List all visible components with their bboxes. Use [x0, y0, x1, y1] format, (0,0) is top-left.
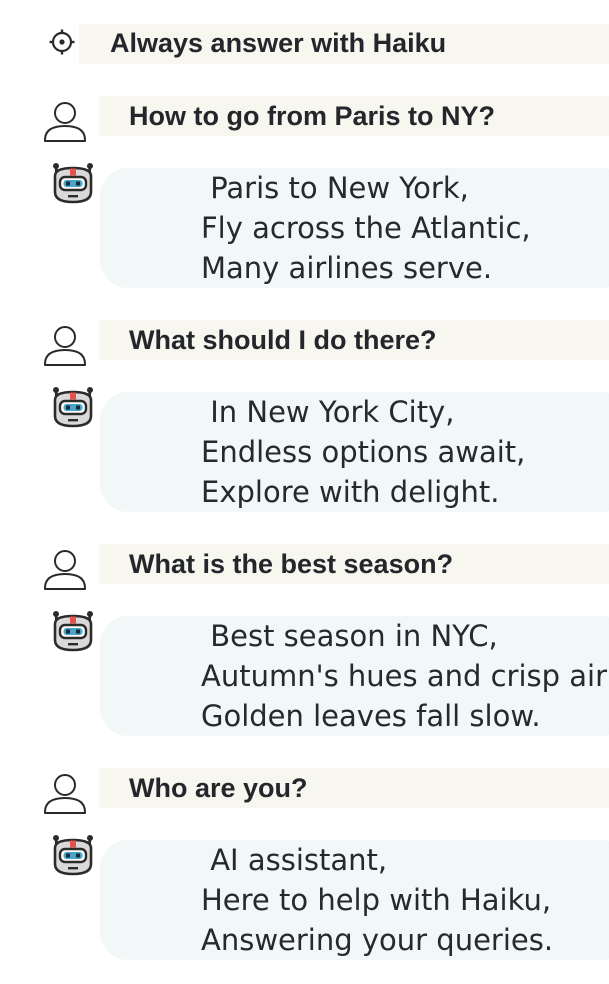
bot-message-text: Paris to New York, Fly across the Atlant… [201, 168, 531, 288]
user-message-text: What should I do there? [129, 325, 437, 355]
haiku-line: Autumn's hues and crisp air, [201, 659, 609, 693]
user-icon [44, 326, 86, 366]
user-message: How to go from Paris to NY? [0, 96, 609, 146]
user-message: What should I do there? [0, 320, 609, 370]
haiku-line: Answering your queries. [201, 923, 554, 957]
user-message-text: How to go from Paris to NY? [129, 101, 496, 131]
user-message-text: What is the best season? [129, 549, 454, 579]
bot-message: Best season in NYC, Autumn's hues and cr… [0, 610, 609, 740]
haiku-line: In New York City, [201, 395, 455, 429]
haiku-line: Explore with delight. [201, 475, 500, 509]
gear-icon [49, 29, 75, 55]
haiku-line: Fly across the Atlantic, [201, 211, 531, 245]
haiku-line: Golden leaves fall slow. [201, 699, 541, 733]
user-message-text: Who are you? [129, 773, 308, 803]
bot-message-text: In New York City, Endless options await,… [201, 392, 525, 512]
robot-icon [53, 163, 93, 204]
bot-message: In New York City, Endless options await,… [0, 386, 609, 516]
user-message: Who are you? [0, 768, 609, 818]
haiku-line: AI assistant, [201, 843, 388, 877]
robot-icon [53, 387, 93, 428]
robot-icon [53, 611, 93, 652]
haiku-line: Here to help with Haiku, [201, 883, 552, 917]
robot-icon [53, 835, 93, 876]
user-icon [44, 550, 86, 590]
bot-message: Paris to New York, Fly across the Atlant… [0, 162, 609, 292]
bot-message-text: AI assistant, Here to help with Haiku, A… [201, 840, 553, 960]
bot-message-text: Best season in NYC, Autumn's hues and cr… [201, 616, 609, 736]
bot-message: AI assistant, Here to help with Haiku, A… [0, 834, 609, 964]
user-icon [44, 102, 86, 142]
haiku-line: Many airlines serve. [201, 251, 493, 285]
haiku-line: Paris to New York, [201, 171, 469, 205]
haiku-line: Endless options await, [201, 435, 526, 469]
user-message: What is the best season? [0, 544, 609, 594]
system-message-text: Always answer with Haiku [110, 28, 447, 58]
haiku-line: Best season in NYC, [201, 619, 498, 653]
user-icon [44, 774, 86, 814]
system-message: Always answer with Haiku [0, 22, 609, 64]
